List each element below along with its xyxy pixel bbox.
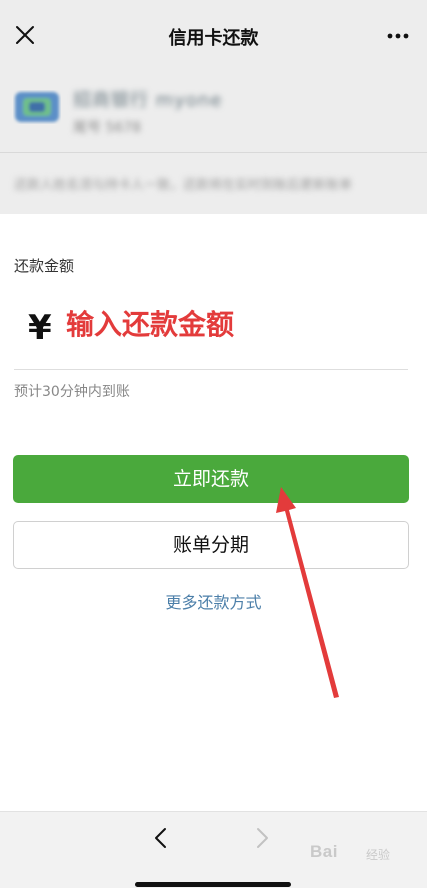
repay-now-button[interactable]: 立即还款 [13, 455, 409, 503]
installment-button[interactable]: 账单分期 [13, 521, 409, 569]
watermark-brand: Bai [310, 842, 338, 861]
card-note: 还款人姓名须与持卡人一致，还款将在实时到账后更新账单 [14, 178, 353, 193]
page-title: 信用卡还款 [168, 28, 259, 49]
top-nav-bar: 信用卡还款 [0, 0, 427, 70]
bank-name: 招商银行 myone [73, 90, 223, 111]
more-methods-link[interactable]: 更多还款方式 [0, 589, 427, 613]
bottom-toolbar: Bai 经验 [0, 811, 427, 888]
amount-input[interactable] [66, 302, 396, 346]
home-indicator [135, 882, 291, 887]
currency-symbol: ¥ [28, 308, 52, 348]
amount-divider [14, 369, 408, 370]
amount-label: 还款金额 [14, 257, 75, 275]
chevron-right-icon[interactable] [252, 826, 272, 850]
more-dots-icon[interactable] [387, 33, 409, 39]
card-number-tail: 尾号 5678 [73, 120, 142, 136]
chevron-left-icon[interactable] [151, 826, 171, 850]
card-info-panel: 招商银行 myone 尾号 5678 还款人姓名须与持卡人一致，还款将在实时到账… [0, 70, 427, 214]
watermark-sub: 经验 [366, 848, 391, 862]
card-divider [0, 152, 427, 153]
bank-logo-icon [15, 92, 59, 122]
arrival-note: 预计30分钟内到账 [14, 384, 130, 400]
